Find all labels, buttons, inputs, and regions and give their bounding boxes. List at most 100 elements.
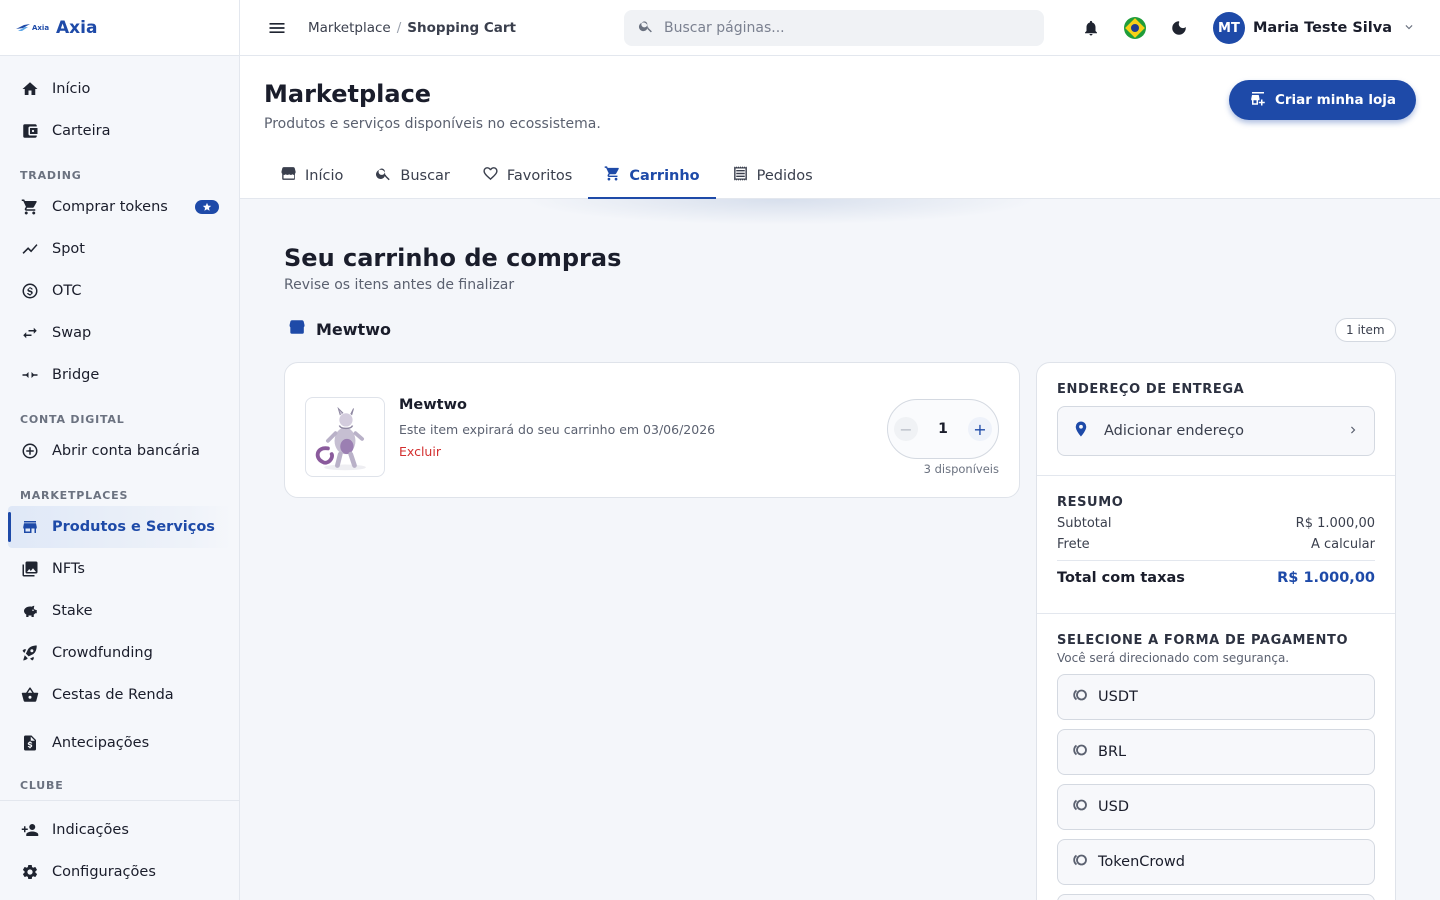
coin-icon — [1072, 687, 1088, 707]
total-row: Total com taxas R$ 1.000,00 — [1057, 560, 1375, 586]
heart-icon — [482, 165, 499, 186]
breadcrumb-marketplace[interactable]: Marketplace — [308, 20, 391, 36]
section-trading: TRADING — [20, 169, 82, 182]
sidebar-item-indicacoes[interactable]: Indicações — [0, 809, 239, 851]
tab-inicio[interactable]: Início — [264, 152, 359, 199]
sidebar-item-configuracoes[interactable]: Configurações — [0, 851, 239, 893]
quantity-stepper: − 1 + — [887, 399, 999, 459]
sidebar-item-crowdfunding[interactable]: Crowdfunding — [0, 632, 239, 674]
menu-icon[interactable] — [266, 17, 288, 39]
search-icon — [375, 165, 392, 186]
breadcrumb: Marketplace / Shopping Cart — [308, 20, 516, 36]
user-menu[interactable]: MT Maria Teste Silva — [1212, 12, 1416, 44]
tab-buscar[interactable]: Buscar — [359, 152, 466, 199]
section-marketplaces: MARKETPLACES — [20, 489, 129, 502]
otc-icon — [20, 281, 40, 301]
shipping-row: Frete A calcular — [1057, 537, 1375, 552]
tab-carrinho[interactable]: Carrinho — [588, 152, 716, 199]
sidebar-item-abrir-conta[interactable]: Abrir conta bancária — [0, 430, 239, 472]
brand[interactable]: Axia Axia — [0, 0, 239, 56]
payment-option-more[interactable] — [1057, 894, 1375, 900]
payment-option-tokencrowd[interactable]: TokenCrowd — [1057, 839, 1375, 885]
payment-label: SELECIONE A FORMA DE PAGAMENTO — [1057, 633, 1349, 648]
chevron-down-icon — [1392, 19, 1416, 38]
page-header: Marketplace Produtos e serviços disponív… — [240, 56, 1440, 199]
sidebar-item-swap[interactable]: Swap — [0, 312, 239, 354]
store-name[interactable]: Mewtwo — [316, 320, 391, 339]
payment-section: SELECIONE A FORMA DE PAGAMENTO Você será… — [1037, 614, 1395, 900]
sidebar-item-otc[interactable]: OTC — [0, 270, 239, 312]
address-section: ENDEREÇO DE ENTREGA Adicionar endereço — [1037, 363, 1395, 476]
sidebar-item-cestas-de-renda[interactable]: Cestas de Renda — [0, 674, 239, 716]
tab-pedidos[interactable]: Pedidos — [716, 152, 829, 199]
coin-icon — [1072, 852, 1088, 872]
search-input[interactable] — [664, 20, 1024, 36]
breadcrumb-separator: / — [396, 19, 402, 36]
total-value: R$ 1.000,00 — [1277, 570, 1375, 586]
search-box — [624, 10, 1044, 46]
logo: Axia — [16, 23, 50, 33]
avatar: MT — [1212, 12, 1245, 44]
tab-favoritos[interactable]: Favoritos — [466, 152, 588, 199]
decrease-quantity-button[interactable]: − — [894, 417, 918, 441]
topbar-actions: MT Maria Teste Silva — [1059, 0, 1416, 56]
cart-title: Seu carrinho de compras — [284, 244, 622, 272]
cart-item-card: Mewtwo Este item expirará do seu carrinh… — [284, 362, 1020, 498]
invoice-icon — [20, 733, 40, 753]
product-image — [315, 406, 366, 471]
sidebar-item-comprar-tokens[interactable]: Comprar tokens — [0, 186, 239, 228]
create-store-button[interactable]: Criar minha loja — [1228, 80, 1416, 120]
payment-option-usdt[interactable]: USDT — [1057, 674, 1375, 720]
sidebar-item-stake[interactable]: Stake — [0, 590, 239, 632]
sidebar-item-inicio[interactable]: Início — [0, 68, 239, 110]
trend-icon — [20, 239, 40, 259]
subtotal-row: Subtotal R$ 1.000,00 — [1057, 516, 1375, 531]
coin-icon — [1072, 797, 1088, 817]
item-count-badge: 1 item — [1335, 318, 1396, 342]
sidebar-item-bridge[interactable]: Bridge — [0, 354, 239, 396]
bridge-icon — [20, 365, 40, 385]
brand-name: Axia — [56, 17, 98, 38]
breadcrumb-current: Shopping Cart — [407, 19, 516, 36]
summary-section: RESUMO Subtotal R$ 1.000,00 Frete A calc… — [1037, 476, 1395, 614]
product-thumbnail[interactable] — [305, 397, 385, 477]
store-header: Mewtwo — [288, 318, 391, 340]
increase-quantity-button[interactable]: + — [968, 417, 992, 441]
stock-available: 3 disponíveis — [923, 462, 999, 476]
dark-mode-icon[interactable] — [1167, 16, 1191, 40]
topbar: Marketplace / Shopping Cart MT Maria Tes… — [240, 0, 1440, 56]
payment-option-brl[interactable]: BRL — [1057, 729, 1375, 775]
sidebar-nav: Início Carteira TRADING Comprar tokens S… — [0, 56, 239, 800]
sidebar-item-antecipacoes[interactable]: Antecipações — [0, 722, 239, 764]
location-pin-icon — [1072, 420, 1090, 442]
coin-icon — [1072, 742, 1088, 762]
bell-icon[interactable] — [1079, 16, 1103, 40]
marketplace-tabs: Início Buscar Favoritos Carrinho Pedidos — [264, 152, 829, 199]
checkout-panel: ENDEREÇO DE ENTREGA Adicionar endereço R… — [1036, 362, 1396, 900]
page-subtitle: Produtos e serviços disponíveis no ecoss… — [264, 116, 601, 132]
item-name[interactable]: Mewtwo — [399, 397, 467, 413]
sidebar-item-produtos-servicos[interactable]: Produtos e Serviços — [8, 506, 231, 548]
search-icon — [638, 18, 654, 38]
remove-item-button[interactable]: Excluir — [399, 444, 441, 459]
language-flag-icon[interactable] — [1123, 16, 1147, 40]
image-icon — [20, 559, 40, 579]
header-shadow — [520, 199, 1040, 225]
wallet-icon — [20, 121, 40, 141]
sidebar-item-nfts[interactable]: NFTs — [0, 548, 239, 590]
quantity-value: 1 — [938, 421, 948, 437]
payment-hint: Você será direcionado com segurança. — [1057, 651, 1290, 665]
basket-icon — [20, 685, 40, 705]
receipt-icon — [732, 165, 749, 186]
cart-icon — [604, 165, 621, 186]
star-badge-icon — [195, 200, 219, 214]
sidebar: Axia Axia Início Carteira TRADING Compra… — [0, 0, 240, 900]
person-add-icon — [20, 820, 40, 840]
sidebar-item-carteira[interactable]: Carteira — [0, 110, 239, 152]
payment-option-usd[interactable]: USD — [1057, 784, 1375, 830]
sidebar-item-spot[interactable]: Spot — [0, 228, 239, 270]
store-icon — [280, 165, 297, 186]
page-title: Marketplace — [264, 80, 432, 108]
add-address-button[interactable]: Adicionar endereço — [1057, 406, 1375, 456]
sidebar-bottom: Indicações Configurações — [0, 800, 239, 900]
